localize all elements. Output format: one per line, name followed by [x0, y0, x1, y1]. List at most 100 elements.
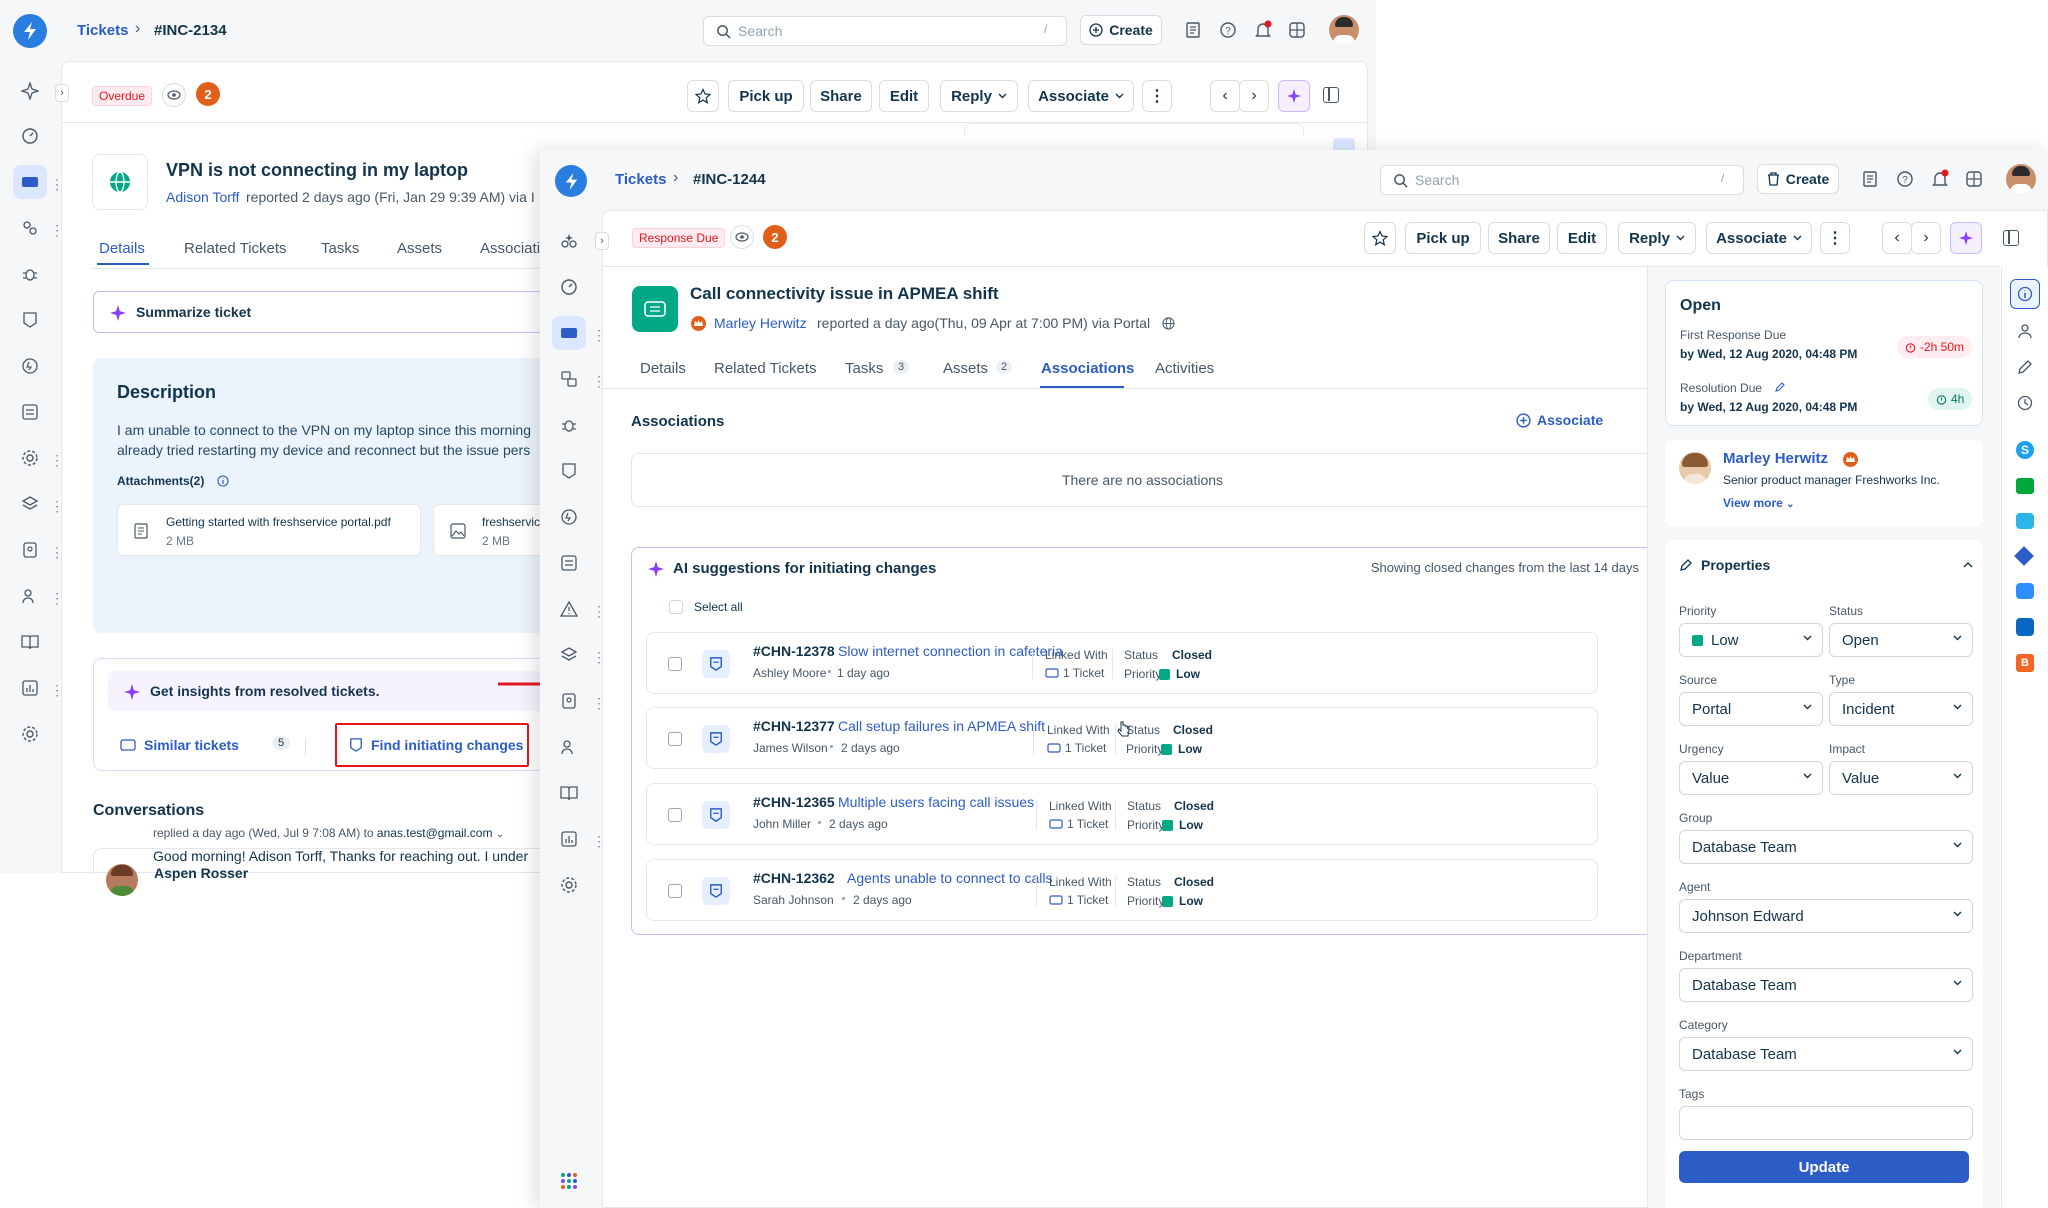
tickets-icon[interactable] [13, 165, 47, 199]
update-button[interactable]: Update [1679, 1151, 1969, 1183]
chat-icon[interactable] [2016, 513, 2034, 529]
search-input[interactable]: Search / [1380, 165, 1744, 195]
teams-icon[interactable] [2016, 618, 2034, 636]
app-switcher-grid-icon[interactable] [560, 1172, 578, 1190]
ai-assist-button[interactable] [1278, 80, 1310, 112]
requester-link[interactable]: Adison Torff [166, 189, 239, 205]
category-select[interactable]: Database Team [1679, 1037, 1973, 1071]
create-button[interactable]: Create [1080, 15, 1162, 45]
edit-pencil-icon[interactable] [1774, 381, 1786, 393]
apps-icon[interactable] [1965, 170, 1983, 188]
similar-tickets-link[interactable]: Similar tickets [144, 737, 239, 753]
reports-icon[interactable] [552, 822, 586, 856]
prev-ticket-button[interactable]: ‹ [1210, 80, 1240, 112]
star-button[interactable] [687, 80, 719, 112]
admin-settings-icon[interactable] [13, 717, 47, 751]
changes-icon[interactable] [552, 454, 586, 488]
tab-assets[interactable]: Assets [943, 360, 988, 377]
meet-video-icon[interactable] [2016, 478, 2034, 494]
releases-icon[interactable] [13, 349, 47, 383]
impact-select[interactable]: Value [1829, 761, 1973, 795]
settings-cog-icon[interactable] [13, 441, 47, 475]
status-select[interactable]: Open [1829, 623, 1973, 657]
tags-input[interactable] [1679, 1106, 1973, 1140]
users-icon[interactable] [13, 579, 47, 613]
contacts-icon[interactable] [13, 533, 47, 567]
app-logo[interactable] [555, 165, 587, 197]
find-initiating-changes-button[interactable]: Find initiating changes [335, 723, 529, 767]
group-select[interactable]: Database Team [1679, 830, 1973, 864]
associate-button[interactable]: Associate [1706, 222, 1812, 254]
ai-agents-icon[interactable] [552, 224, 586, 258]
pickup-button[interactable]: Pick up [728, 80, 804, 112]
summarize-ticket-button[interactable]: Summarize ticket [93, 291, 613, 333]
alert-icon[interactable] [552, 592, 586, 626]
tab-related-tickets[interactable]: Related Tickets [714, 360, 817, 377]
tab-tasks[interactable]: Tasks [845, 360, 883, 377]
share-button[interactable]: Share [810, 80, 872, 112]
more-actions-button[interactable]: ⋮ [1820, 222, 1850, 254]
associate-link[interactable]: Associate [1516, 412, 1603, 428]
next-ticket-button[interactable]: › [1911, 222, 1941, 254]
zoom-icon[interactable] [2016, 583, 2034, 599]
list-item[interactable]: #CHN-12365 Multiple users facing call is… [646, 783, 1598, 845]
clock-icon[interactable] [2017, 395, 2033, 411]
watch-eye-icon[interactable] [162, 83, 186, 107]
change-title-link[interactable]: Call setup failures in APMEA shift [838, 718, 1045, 734]
prev-ticket-button[interactable]: ‹ [1882, 222, 1912, 254]
info-icon[interactable] [2010, 279, 2040, 309]
next-ticket-button[interactable]: › [1239, 80, 1269, 112]
apps-icon[interactable] [1288, 21, 1306, 39]
app-logo[interactable] [13, 14, 47, 48]
releases-icon[interactable] [552, 500, 586, 534]
breadcrumb-tickets[interactable]: Tickets [615, 171, 666, 188]
changes-icon[interactable] [13, 303, 47, 337]
search-input[interactable]: Search / [703, 16, 1067, 46]
department-select[interactable]: Database Team [1679, 968, 1973, 1002]
attachment-item[interactable]: Getting started with freshservice portal… [117, 504, 421, 556]
reply-button[interactable]: Reply [940, 80, 1018, 112]
row-checkbox[interactable] [668, 732, 682, 746]
star-button[interactable] [1364, 222, 1396, 254]
panel-toggle-icon[interactable] [1323, 87, 1339, 103]
help-icon[interactable]: ? [1896, 170, 1914, 188]
type-select[interactable]: Incident [1829, 692, 1973, 726]
admin-settings-icon[interactable] [552, 868, 586, 902]
ai-assist-button[interactable] [1950, 222, 1982, 254]
help-icon[interactable]: ? [1219, 21, 1237, 39]
problems-icon[interactable] [13, 211, 47, 245]
pickup-button[interactable]: Pick up [1405, 222, 1481, 254]
collapse-rail-toggle[interactable]: › [55, 84, 69, 102]
problems-icon[interactable] [552, 362, 586, 396]
more-actions-button[interactable]: ⋮ [1142, 80, 1172, 112]
create-button[interactable]: Create [1757, 164, 1839, 194]
tab-activities[interactable]: Activities [1155, 360, 1214, 377]
jira-icon[interactable] [2014, 546, 2034, 566]
tab-related-tickets[interactable]: Related Tickets [184, 240, 287, 257]
bug-icon[interactable] [552, 408, 586, 442]
change-title-link[interactable]: Slow internet connection in cafeteria [838, 643, 1063, 659]
tab-associations[interactable]: Associations [1041, 360, 1134, 377]
associate-button[interactable]: Associate [1028, 80, 1134, 112]
requester-link[interactable]: Marley Herwitz [714, 315, 807, 331]
notification-bell-icon[interactable] [1931, 169, 1949, 189]
agent-select[interactable]: Johnson Edward [1679, 899, 1973, 933]
edit-button[interactable]: Edit [1557, 222, 1607, 254]
bug-icon[interactable] [13, 257, 47, 291]
collapse-rail-toggle[interactable]: › [595, 232, 609, 250]
change-title-link[interactable]: Multiple users facing call issues [838, 794, 1034, 810]
select-all-label[interactable]: Select all [694, 600, 743, 614]
tab-assets[interactable]: Assets [397, 240, 442, 257]
watch-eye-icon[interactable] [730, 225, 754, 249]
tickets-icon[interactable] [552, 316, 586, 350]
select-all-checkbox[interactable] [669, 600, 683, 614]
knowledge-book-icon[interactable] [552, 776, 586, 810]
avatar[interactable] [2006, 164, 2036, 194]
change-title-link[interactable]: Agents unable to connect to calls [847, 870, 1052, 886]
contacts-icon[interactable] [552, 684, 586, 718]
catalog-icon[interactable] [1861, 170, 1879, 188]
users-icon[interactable] [552, 730, 586, 764]
row-checkbox[interactable] [668, 808, 682, 822]
requester-name-link[interactable]: Marley Herwitz [1723, 450, 1828, 467]
source-select[interactable]: Portal [1679, 692, 1823, 726]
